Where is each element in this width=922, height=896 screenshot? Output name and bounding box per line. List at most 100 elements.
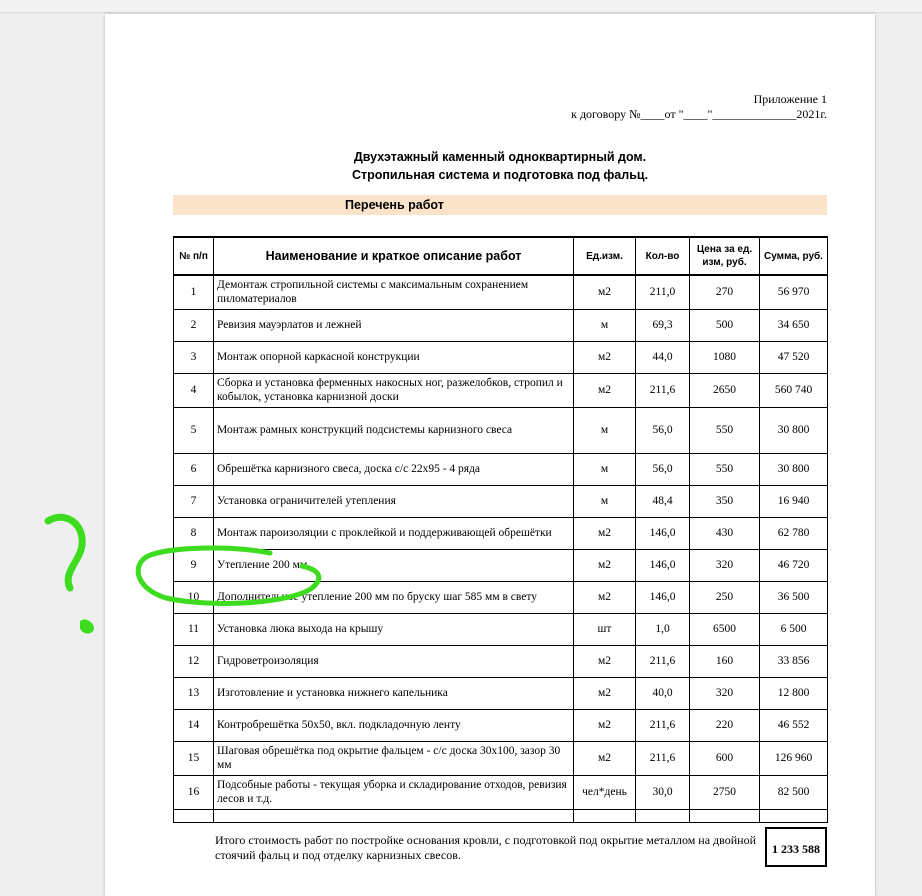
row-price: 550: [689, 452, 760, 486]
header-sum: Сумма, руб.: [759, 236, 828, 276]
row-sum: 62 780: [759, 516, 828, 550]
row-name: Сборка и установка ферменных накосных но…: [213, 372, 574, 408]
row-unit: м2: [573, 580, 636, 614]
row-sum: 34 650: [759, 308, 828, 342]
row-unit: м: [573, 406, 636, 454]
row-sum: 126 960: [759, 740, 828, 776]
row-unit: м2: [573, 340, 636, 374]
table-header-row: № п/п Наименование и краткое описание ра…: [173, 236, 828, 276]
row-unit: м2: [573, 644, 636, 678]
row-qty: 69,3: [635, 308, 690, 342]
table-row: 13 Изготовление и установка нижнего капел…: [173, 676, 828, 710]
row-num: 12: [173, 644, 214, 678]
row-unit: м2: [573, 740, 636, 776]
row-unit: чел*день: [573, 774, 636, 810]
row-name: Ревизия мауэрлатов и лежней: [213, 308, 574, 342]
viewer-top-bar: [0, 0, 922, 13]
row-price: 2650: [689, 372, 760, 408]
row-unit: м2: [573, 676, 636, 710]
row-unit: м2: [573, 548, 636, 582]
row-price: 270: [689, 274, 760, 310]
header-name: Наименование и краткое описание работ: [213, 236, 574, 276]
row-sum: 82 500: [759, 774, 828, 810]
section-band: Перечень работ: [173, 195, 827, 215]
table-row: 11 Установка люка выхода на крышу шт 1,0 650…: [173, 612, 828, 646]
row-name: Обрешётка карнизного свеса, доска с/с 22…: [213, 452, 574, 486]
row-qty: 211,6: [635, 372, 690, 408]
table-row: 15 Шаговая обрешётка под окрытие фальцем …: [173, 740, 828, 776]
row-unit: м: [573, 308, 636, 342]
row-qty: 146,0: [635, 580, 690, 614]
row-price: 550: [689, 406, 760, 454]
table-row: 7 Установка ограничителей утепления м 48,4 3…: [173, 484, 828, 518]
title-line-1: Двухэтажный каменный одноквартирный дом.: [353, 150, 647, 164]
total-description: Итого стоимость работ по постройке основ…: [215, 833, 757, 862]
row-price: 250: [689, 580, 760, 614]
row-qty: 211,0: [635, 274, 690, 310]
row-price: 220: [689, 708, 760, 742]
row-name: Утепление 200 мм: [213, 548, 574, 582]
question-mark-icon: [44, 513, 86, 592]
row-price: 160: [689, 644, 760, 678]
table-row: 8 Монтаж пароизоляции с проклейкой и подд…: [173, 516, 828, 550]
total-sum: 1 233 588: [765, 827, 827, 867]
row-sum: 36 500: [759, 580, 828, 614]
row-unit: м: [573, 452, 636, 486]
row-num: 11: [173, 612, 214, 646]
row-sum: 560 740: [759, 372, 828, 408]
row-sum: 12 800: [759, 676, 828, 710]
table-row: 6 Обрешётка карнизного свеса, доска с/с 2…: [173, 452, 828, 486]
row-sum: 33 856: [759, 644, 828, 678]
row-name: Установка ограничителей утепления: [213, 484, 574, 518]
row-price: 6500: [689, 612, 760, 646]
header-num: № п/п: [173, 236, 214, 276]
document-title: Двухэтажный каменный одноквартирный дом.…: [173, 148, 827, 184]
row-sum: 56 970: [759, 274, 828, 310]
row-num: 15: [173, 740, 214, 776]
row-num: 16: [173, 774, 214, 810]
row-num: 9: [173, 548, 214, 582]
row-sum: 46 552: [759, 708, 828, 742]
table-row: 9 Утепление 200 мм м2 146,0 320 46 720: [173, 548, 828, 582]
row-num: 3: [173, 340, 214, 374]
row-price: 600: [689, 740, 760, 776]
row-num: 7: [173, 484, 214, 518]
table-row: 3 Монтаж опорной каркасной конструкции м2 4…: [173, 340, 828, 374]
row-unit: м: [573, 484, 636, 518]
row-qty: 30,0: [635, 774, 690, 810]
row-price: 1080: [689, 340, 760, 374]
row-qty: 44,0: [635, 340, 690, 374]
row-name: Демонтаж стропильной системы с максималь…: [213, 274, 574, 310]
row-price: 2750: [689, 774, 760, 810]
row-qty: 146,0: [635, 548, 690, 582]
row-name: Изготовление и установка нижнего капельн…: [213, 676, 574, 710]
appendix-label: Приложение 1: [753, 92, 827, 106]
table-row: 12 Гидроветроизоляция м2 211,6 160 33 856: [173, 644, 828, 678]
row-qty: 56,0: [635, 452, 690, 486]
row-name: Подсобные работы - текущая уборка и скла…: [213, 774, 574, 810]
row-name: Монтаж пароизоляции с проклейкой и подде…: [213, 516, 574, 550]
row-name: Гидроветроизоляция: [213, 644, 574, 678]
spacer-cell: [173, 808, 214, 823]
contract-reference: к договору №____от "____"______________2…: [571, 107, 827, 121]
row-price: 320: [689, 676, 760, 710]
row-qty: 211,6: [635, 644, 690, 678]
row-name: Контробрешётка 50х50, вкл. подкладочную …: [213, 708, 574, 742]
row-qty: 211,6: [635, 740, 690, 776]
table-row: 14 Контробрешётка 50х50, вкл. подкладочну…: [173, 708, 828, 742]
row-price: 500: [689, 308, 760, 342]
row-qty: 146,0: [635, 516, 690, 550]
spacer-cell: [689, 808, 760, 823]
title-line-2: Стропильная система и подготовка под фал…: [351, 168, 649, 182]
row-num: 1: [173, 274, 214, 310]
table-row: 16 Подсобные работы - текущая уборка и ск…: [173, 774, 828, 810]
row-unit: м2: [573, 516, 636, 550]
row-qty: 211,6: [635, 708, 690, 742]
appendix-header: Приложение 1 к договору №____от "____"__…: [571, 92, 827, 122]
row-unit: м2: [573, 372, 636, 408]
row-qty: 40,0: [635, 676, 690, 710]
row-sum: 30 800: [759, 406, 828, 454]
header-price: Цена за ед. изм, руб.: [689, 236, 760, 276]
row-name: Дополнительное утепление 200 мм по бруск…: [213, 580, 574, 614]
table-row: 2 Ревизия мауэрлатов и лежней м 69,3 500 34 6…: [173, 308, 828, 342]
